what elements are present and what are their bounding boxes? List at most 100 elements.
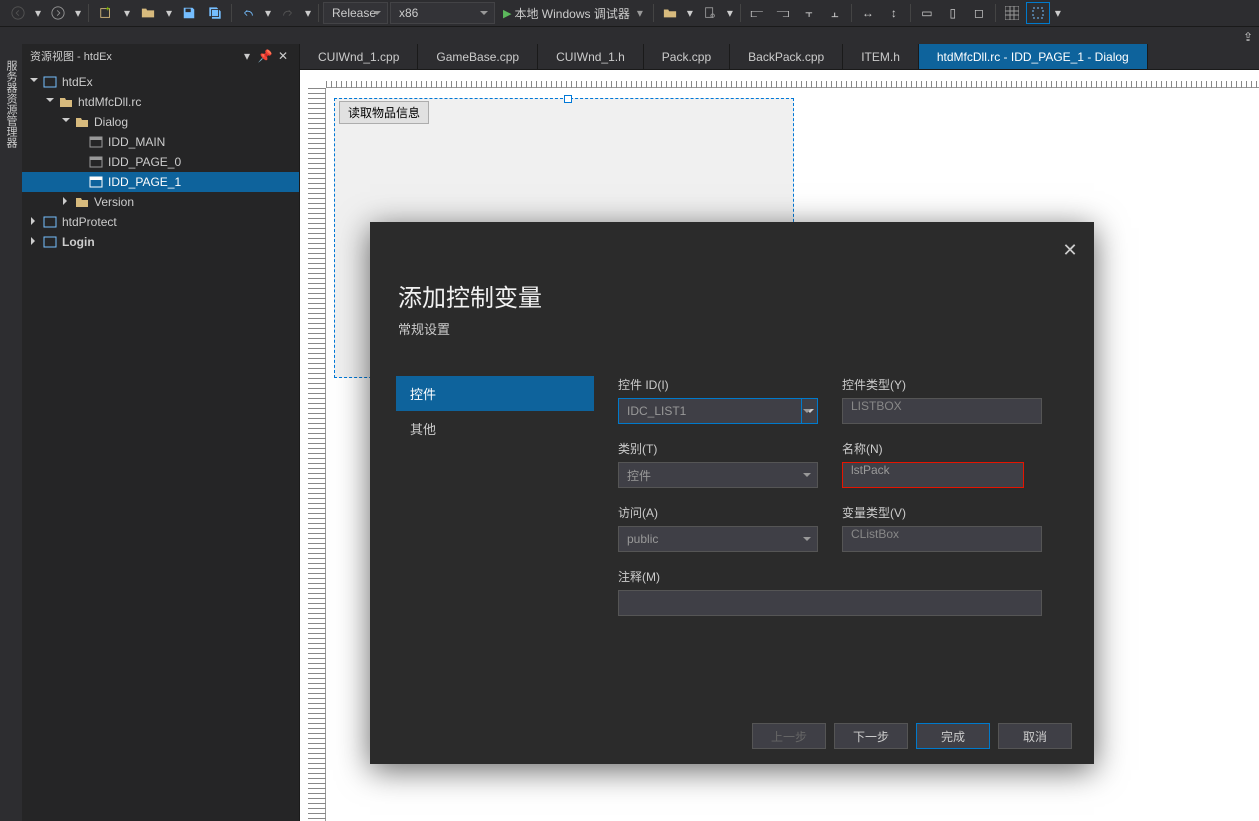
label-control-type: 控件类型(Y): [842, 376, 1042, 393]
dropdown-arrow-icon[interactable]: [801, 399, 817, 423]
finish-button[interactable]: 完成: [916, 723, 990, 749]
dialog-resource-icon: [88, 174, 104, 190]
center-h-icon[interactable]: ↔: [856, 2, 880, 24]
left-tool-strip: 服务器资源管理器: [0, 44, 22, 156]
tree-htdprotect[interactable]: htdProtect: [22, 212, 299, 232]
dialog-resource-icon: [88, 154, 104, 170]
input-control-id[interactable]: IDC_LIST1: [618, 398, 818, 424]
input-var-type: CListBox: [842, 526, 1042, 552]
editor-tabs: CUIWnd_1.cpp GameBase.cpp CUIWnd_1.h Pac…: [300, 44, 1259, 70]
toggle-grid-icon[interactable]: [1000, 2, 1024, 24]
tree-dialog-0[interactable]: IDD_MAIN: [22, 132, 299, 152]
label-control-id: 控件 ID(I): [618, 376, 818, 393]
input-name[interactable]: lstPack: [842, 462, 1024, 488]
redo-drop-icon[interactable]: ▾: [302, 2, 314, 24]
open-drop-icon[interactable]: ▾: [163, 2, 175, 24]
wizard-footer: 上一步 下一步 完成 取消: [370, 708, 1094, 764]
folder-icon: [74, 194, 90, 210]
tree-dialog-2[interactable]: IDD_PAGE_1: [22, 172, 299, 192]
tab-6[interactable]: htdMfcDll.rc - IDD_PAGE_1 - Dialog: [919, 44, 1148, 69]
nav-back-icon[interactable]: [6, 2, 30, 24]
align-bottom-icon[interactable]: ⫠: [823, 2, 847, 24]
config-combo[interactable]: Release: [323, 2, 388, 24]
solution-icon: [42, 74, 58, 90]
find-file-drop-icon[interactable]: ▾: [724, 2, 736, 24]
input-category[interactable]: 控件: [618, 462, 818, 488]
open-file-icon[interactable]: [135, 2, 161, 24]
horizontal-ruler: [326, 70, 1259, 88]
nav-fwd-icon[interactable]: [46, 2, 70, 24]
label-access: 访问(A): [618, 504, 818, 521]
server-explorer-tab[interactable]: 服务器资源管理器: [0, 52, 22, 156]
tree-version-folder[interactable]: Version: [22, 192, 299, 212]
wizard-subtitle: 常规设置: [398, 319, 1066, 338]
panel-title: 资源视图 - htdEx: [30, 48, 112, 64]
cancel-button[interactable]: 取消: [998, 723, 1072, 749]
same-size-icon[interactable]: ◻: [967, 2, 991, 24]
tree-login[interactable]: Login: [22, 232, 299, 252]
undo-drop-icon[interactable]: ▾: [262, 2, 274, 24]
tab-1[interactable]: GameBase.cpp: [418, 44, 538, 69]
folder-open-icon[interactable]: [658, 2, 682, 24]
input-control-type: LISTBOX: [842, 398, 1042, 424]
dialog-button-control[interactable]: 读取物品信息: [339, 101, 429, 124]
tab-0[interactable]: CUIWnd_1.cpp: [300, 44, 418, 69]
label-category: 类别(T): [618, 440, 818, 457]
input-access[interactable]: public: [618, 526, 818, 552]
save-all-icon[interactable]: [203, 2, 227, 24]
new-project-icon[interactable]: [93, 2, 119, 24]
platform-combo[interactable]: x86: [390, 2, 495, 24]
prev-button[interactable]: 上一步: [752, 723, 826, 749]
label-name: 名称(N): [842, 440, 1042, 457]
nav-fwd-history-icon[interactable]: ▾: [72, 2, 84, 24]
folder-open-icon: [74, 114, 90, 130]
same-width-icon[interactable]: ▭: [915, 2, 939, 24]
toggle-guides-icon[interactable]: [1026, 2, 1050, 24]
align-top-icon[interactable]: ⫟: [797, 2, 821, 24]
nav-back-history-icon[interactable]: ▾: [32, 2, 44, 24]
tree-dialog-folder[interactable]: Dialog: [22, 112, 299, 132]
label-var-type: 变量类型(V): [842, 504, 1042, 521]
main-toolbar: ▾ ▾ ▾ ▾ ▾ ▾ Release x86 ▶ 本地 Windows 调试器…: [0, 0, 1259, 27]
resource-tree: htdEx htdMfcDll.rc Dialog IDD_MAIN IDD_P…: [22, 68, 299, 821]
tree-dialog-1[interactable]: IDD_PAGE_0: [22, 152, 299, 172]
add-variable-wizard: ✕ 添加控制变量 常规设置 控件 其他 控件 ID(I) IDC_LIST1 控…: [370, 222, 1094, 764]
same-height-icon[interactable]: ▯: [941, 2, 965, 24]
project-icon: [42, 234, 58, 250]
label-comment: 注释(M): [618, 568, 1042, 585]
input-comment[interactable]: [618, 590, 1042, 616]
panel-close-icon[interactable]: ✕: [275, 49, 291, 63]
folder-open-drop-icon[interactable]: ▾: [684, 2, 696, 24]
tree-solution[interactable]: htdEx: [22, 72, 299, 92]
play-icon: ▶: [503, 7, 511, 20]
wizard-title: 添加控制变量: [398, 278, 1066, 313]
tab-2[interactable]: CUIWnd_1.h: [538, 44, 644, 69]
panel-pin-icon[interactable]: 📌: [257, 49, 273, 63]
start-debug-button[interactable]: ▶ 本地 Windows 调试器 ▾: [497, 2, 649, 24]
tree-rc-file[interactable]: htdMfcDll.rc: [22, 92, 299, 112]
center-v-icon[interactable]: ↕: [882, 2, 906, 24]
tab-5[interactable]: ITEM.h: [843, 44, 919, 69]
wizard-form: 控件 ID(I) IDC_LIST1 控件类型(Y) LISTBOX 类别(T)…: [594, 376, 1068, 708]
find-file-icon[interactable]: [698, 2, 722, 24]
resource-view-panel: 资源视图 - htdEx ▾ 📌 ✕ htdEx htdMfcDll.rc Di…: [22, 44, 300, 821]
wizard-nav: 控件 其他: [396, 376, 594, 708]
wizard-nav-control[interactable]: 控件: [396, 376, 594, 411]
next-button[interactable]: 下一步: [834, 723, 908, 749]
live-share-icon[interactable]: ⇪: [1243, 30, 1253, 44]
redo-icon[interactable]: [276, 2, 300, 24]
align-right-icon[interactable]: ⫎: [771, 2, 795, 24]
new-project-drop-icon[interactable]: ▾: [121, 2, 133, 24]
align-left-icon[interactable]: ⫍: [745, 2, 769, 24]
folder-icon: [58, 94, 74, 110]
dialog-resource-icon: [88, 134, 104, 150]
wizard-nav-other[interactable]: 其他: [396, 411, 594, 446]
tab-4[interactable]: BackPack.cpp: [730, 44, 843, 69]
save-icon[interactable]: [177, 2, 201, 24]
close-icon[interactable]: ✕: [1060, 240, 1080, 261]
panel-menu-icon[interactable]: ▾: [239, 49, 255, 63]
tab-3[interactable]: Pack.cpp: [644, 44, 730, 69]
project-icon: [42, 214, 58, 230]
guides-drop-icon[interactable]: ▾: [1052, 2, 1064, 24]
undo-icon[interactable]: [236, 2, 260, 24]
